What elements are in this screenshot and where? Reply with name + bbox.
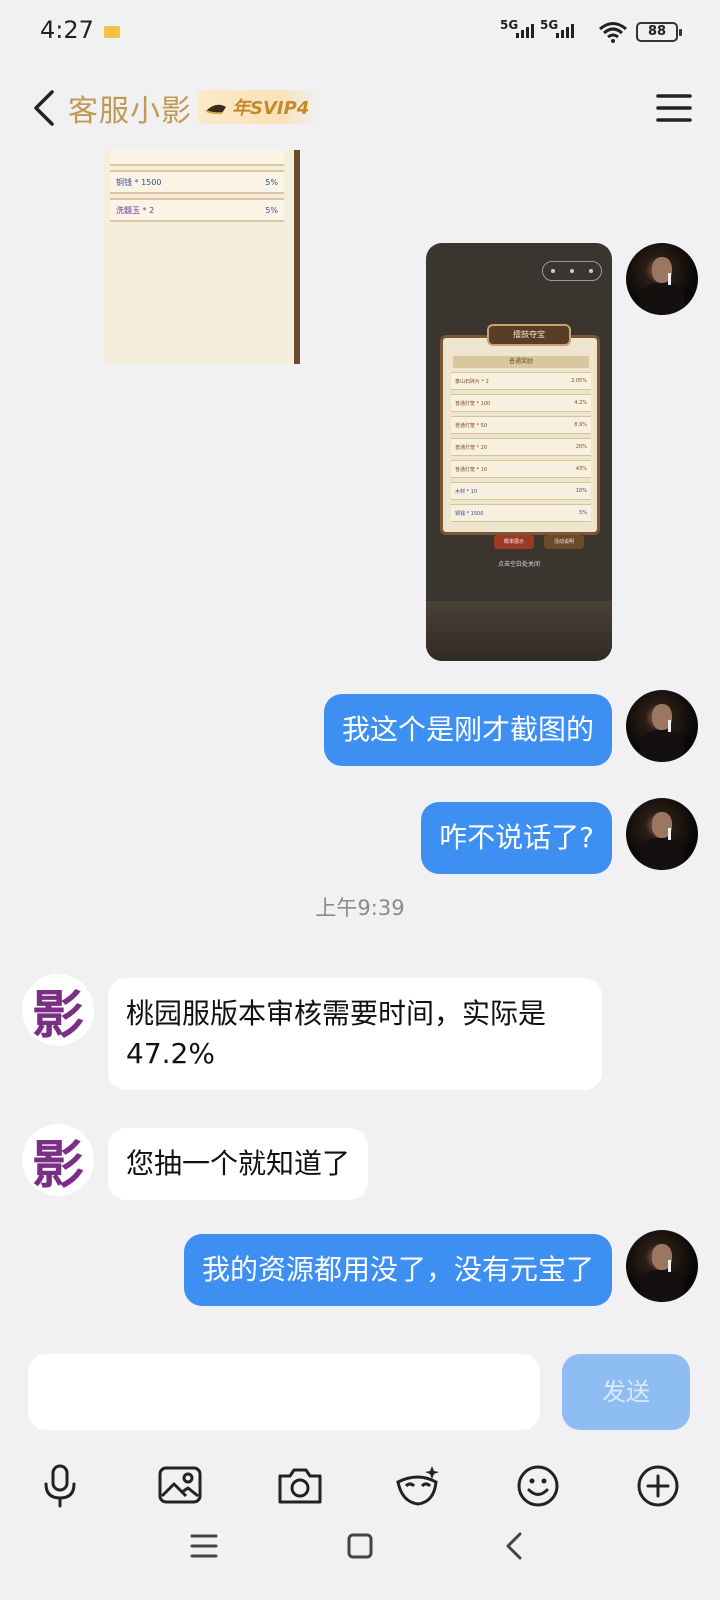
reward-name: 普通灯笼 * 100	[455, 400, 491, 407]
reward-pct: 10%	[575, 488, 587, 494]
reward-name: 铜钱 * 1500	[455, 510, 484, 517]
reward-name: 普通灯笼 * 20	[455, 444, 488, 451]
message-input[interactable]	[28, 1354, 540, 1430]
agent-avatar[interactable]: 影	[22, 974, 94, 1046]
reward-pct: 5%	[579, 510, 587, 516]
system-nav-bar	[0, 1500, 720, 1600]
reward-row: 铜钱 * 1500 5%	[451, 504, 591, 522]
contact-name: 客服小影	[68, 94, 192, 129]
reward-name: 泰山石碎片 * 2	[455, 378, 489, 385]
reward-row: 普通灯笼 * 100 4.2%	[451, 394, 591, 412]
agent-avatar[interactable]: 影	[22, 1124, 94, 1196]
my-avatar[interactable]	[626, 243, 698, 315]
status-bar: 4:27 5G 5G 88	[0, 0, 720, 64]
reward-panel: 擂鼓夺宝 普通奖励 泰山石碎片 * 2 2.05% 普通灯笼 * 100 4.2% …	[440, 324, 600, 535]
reward-name: 普通灯笼 * 10	[455, 466, 488, 473]
image-message-partial[interactable]: 铜钱 * 1500 5% 洗髓玉 * 2 5%	[104, 150, 300, 364]
my-avatar[interactable]	[626, 690, 698, 762]
reward-row: 普通灯笼 * 10 43%	[451, 460, 591, 478]
vip-badge[interactable]: 年SVIP4	[198, 90, 320, 124]
message-bubble-received[interactable]: 桃园服版本审核需要时间，实际是47.2%	[108, 978, 602, 1090]
send-button[interactable]: 发送	[562, 1354, 690, 1430]
message-bubble-sent[interactable]: 我的资源都用没了，没有元宝了	[183, 1234, 612, 1306]
message-bubble-sent[interactable]: 咋不说话了?	[421, 802, 612, 874]
recent-apps-icon[interactable]	[184, 1526, 224, 1566]
reward-pct: 8.9%	[574, 422, 587, 428]
wifi-icon	[599, 22, 627, 43]
my-avatar[interactable]	[626, 798, 698, 870]
chat-header: 客服小影 年SVIP4	[0, 64, 720, 150]
reward-row: 普通灯笼 * 20 20%	[451, 438, 591, 456]
reward-name: 铜钱 * 1500	[116, 177, 162, 187]
notification-icon	[104, 26, 120, 38]
reward-pct: 2.05%	[571, 378, 587, 384]
vip-badge-label: 年SVIP4	[232, 98, 310, 119]
rules-button: 活动说明	[544, 535, 584, 549]
panel-buttons: 概率展示 活动说明	[494, 535, 584, 549]
back-icon[interactable]	[24, 86, 68, 130]
nav-back-icon[interactable]	[496, 1526, 536, 1566]
close-hint: 点击空白处关闭	[497, 561, 540, 568]
message-list[interactable]: 铜钱 * 1500 5% 洗髓玉 * 2 5% 擂鼓夺宝 普通奖励 泰山石碎片 …	[0, 150, 720, 1342]
reward-pct: 5%	[265, 205, 278, 215]
message-bubble-sent[interactable]: 我这个是刚才截图的	[323, 694, 612, 766]
status-time: 4:27	[40, 16, 94, 44]
section-title: 普通奖励	[453, 356, 589, 368]
reward-pct: 20%	[575, 444, 587, 450]
screenshot-message[interactable]: 擂鼓夺宝 普通奖励 泰山石碎片 * 2 2.05% 普通灯笼 * 100 4.2% …	[426, 243, 612, 661]
home-icon[interactable]	[340, 1526, 380, 1566]
signal-icon	[516, 24, 534, 38]
miniapp-capsule	[542, 261, 602, 281]
reward-row: 洗髓玉 * 2 5%	[110, 198, 284, 222]
reward-pct: 4.2%	[574, 400, 587, 406]
reward-pct: 5%	[265, 177, 278, 187]
reward-pct: 43%	[575, 466, 587, 472]
reward-row: 木材 * 10 10%	[451, 482, 591, 500]
timestamp: 上午9:39	[315, 896, 405, 920]
my-avatar[interactable]	[626, 1230, 698, 1302]
reward-name: 木材 * 10	[455, 488, 478, 495]
hat-icon	[205, 104, 226, 115]
reward-row	[110, 150, 284, 166]
reward-name: 普通灯笼 * 50	[455, 422, 488, 429]
reward-row: 普通灯笼 * 50 8.9%	[451, 416, 591, 434]
probability-button: 概率展示	[494, 535, 534, 549]
signal-icon-2	[556, 24, 574, 38]
message-bubble-received[interactable]: 您抽一个就知道了	[108, 1128, 369, 1200]
game-bottom-bar	[426, 601, 612, 661]
menu-icon[interactable]	[654, 88, 694, 128]
reward-name: 洗髓玉 * 2	[116, 205, 155, 215]
reward-row: 铜钱 * 1500 5%	[110, 170, 284, 194]
battery-icon: 88	[636, 22, 682, 42]
reward-row: 泰山石碎片 * 2 2.05%	[451, 372, 591, 390]
panel-title: 擂鼓夺宝	[487, 324, 571, 346]
